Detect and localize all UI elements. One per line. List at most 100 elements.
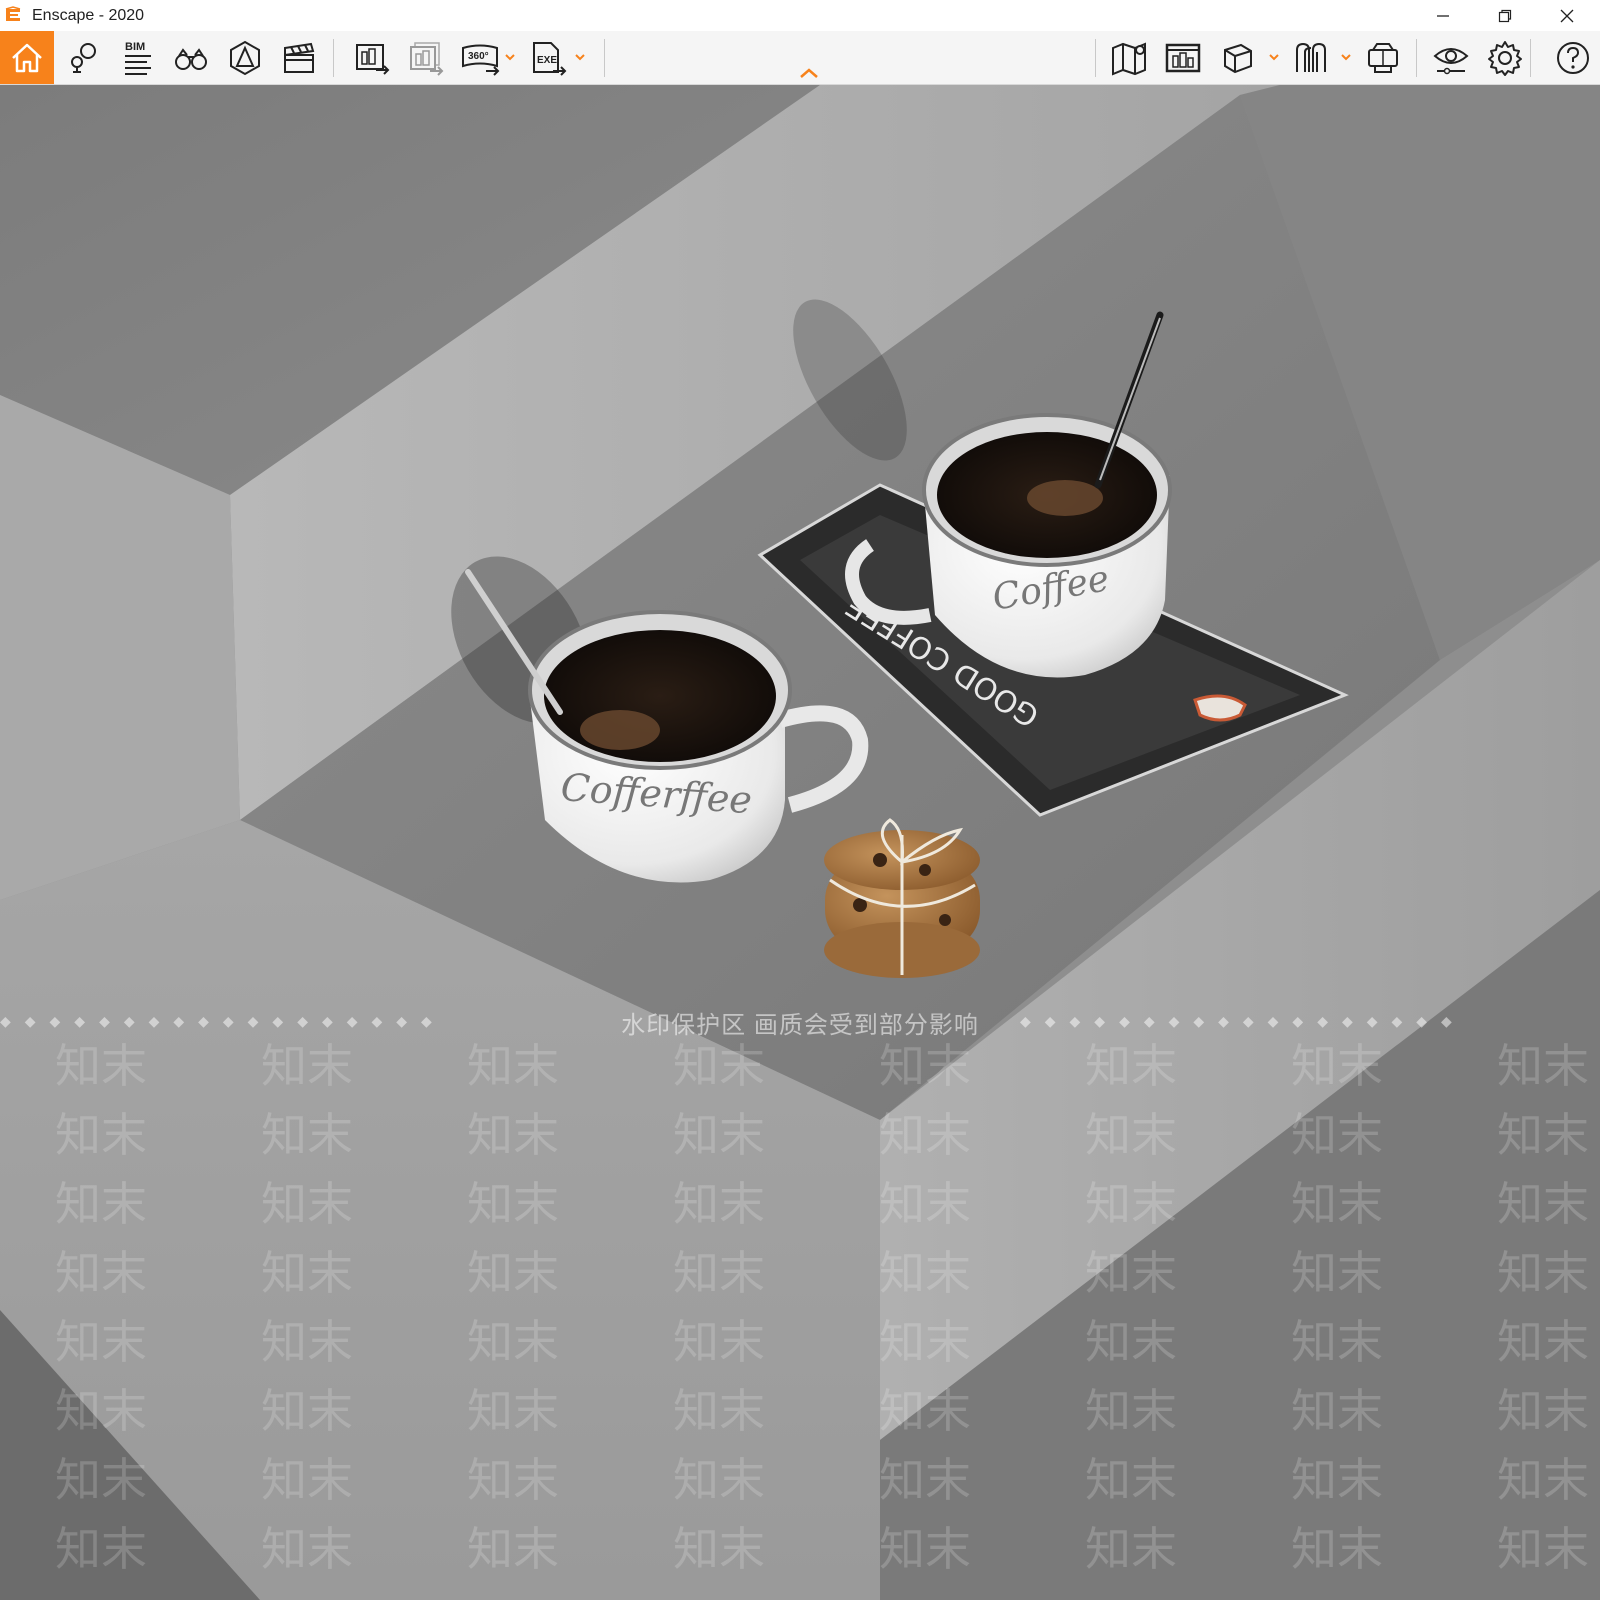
- map-pin-icon: [71, 42, 96, 73]
- watermark-mark: 知末: [261, 1522, 353, 1576]
- map-button[interactable]: [1102, 31, 1156, 84]
- panorama-button[interactable]: 360°: [453, 31, 507, 84]
- watermark-mark: 知末: [879, 1108, 971, 1162]
- help-icon: [1557, 41, 1589, 74]
- exe-export-icon: EXE: [533, 41, 567, 76]
- video-editor-button[interactable]: [272, 31, 326, 84]
- binoculars-icon: [175, 47, 207, 70]
- help-button[interactable]: [1546, 31, 1600, 84]
- cube-button[interactable]: [1210, 31, 1264, 84]
- settings-button[interactable]: [1478, 31, 1532, 84]
- watermark-mark: 知末: [467, 1108, 559, 1162]
- render-viewport[interactable]: GOOD COFFEE Coffee Cofferffee ◆◆◆◆◆◆◆◆◆◆…: [0, 85, 1600, 1600]
- watermark-mark: 知末: [467, 1246, 559, 1300]
- atmosphere-button[interactable]: [218, 31, 272, 84]
- panorama-dropdown-chevron-down-icon[interactable]: [504, 51, 516, 63]
- minimize-icon: [1437, 14, 1449, 17]
- watermark-mark: 知末: [1291, 1246, 1383, 1300]
- watermark-mark: 知末: [1291, 1384, 1383, 1438]
- watermark-mark: 知末: [1291, 1315, 1383, 1369]
- home-button[interactable]: [0, 31, 54, 84]
- watermark-mark: 知末: [467, 1522, 559, 1576]
- watermark-mark: 知末: [879, 1522, 971, 1576]
- watermark-mark: 知末: [55, 1384, 147, 1438]
- cookie-stack: [824, 818, 980, 978]
- enscape-logo-icon: [5, 6, 21, 21]
- views-button[interactable]: [56, 31, 110, 84]
- watermark-mark: 知末: [1497, 1246, 1589, 1300]
- watermark-dots-right: ◆◆◆◆◆◆◆◆◆◆◆◆◆◆◆◆◆◆: [1020, 1013, 1466, 1029]
- render-image-icon: [356, 43, 390, 75]
- gear-icon: [1488, 40, 1522, 76]
- visual-settings-button[interactable]: [1424, 31, 1478, 84]
- watermark-mark: 知末: [673, 1384, 765, 1438]
- watermark-mark: 知末: [55, 1522, 147, 1576]
- asset-library-button[interactable]: [164, 31, 218, 84]
- watermark-mark: 知末: [1291, 1177, 1383, 1231]
- bim-button[interactable]: BIM: [110, 31, 164, 84]
- watermark-mark: 知末: [467, 1315, 559, 1369]
- watermark-mark: 知末: [879, 1177, 971, 1231]
- cube-icon: [1224, 43, 1252, 73]
- cube-dropdown-chevron-down-icon[interactable]: [1268, 51, 1280, 63]
- export-exe-button[interactable]: EXE: [520, 31, 574, 84]
- restore-button[interactable]: [1474, 0, 1536, 31]
- watermark-mark: 知末: [1085, 1177, 1177, 1231]
- bim-label: BIM: [125, 41, 145, 53]
- scene-render: GOOD COFFEE Coffee Cofferffee: [0, 85, 1600, 1600]
- home-icon: [12, 43, 42, 72]
- collaboration-button[interactable]: [1284, 31, 1338, 84]
- collaboration-dropdown-chevron-down-icon[interactable]: [1340, 51, 1352, 63]
- eye-icon: [1433, 47, 1469, 74]
- vr-headset-button[interactable]: [1356, 31, 1410, 84]
- watermark-mark: 知末: [1085, 1039, 1177, 1093]
- window-title: Enscape - 2020: [32, 7, 145, 24]
- watermark-mark: 知末: [1085, 1453, 1177, 1507]
- toolbar-separator: [1530, 39, 1531, 77]
- close-button[interactable]: [1536, 0, 1598, 31]
- watermark-mark: 知末: [261, 1315, 353, 1369]
- close-icon: [1560, 9, 1574, 22]
- watermark-mark: 知末: [55, 1177, 147, 1231]
- watermark-mark: 知末: [1291, 1522, 1383, 1576]
- vr-headset-icon: [1368, 42, 1398, 73]
- watermark-mark: 知末: [261, 1039, 353, 1093]
- batch-render-button[interactable]: [399, 31, 453, 84]
- toolbar-separator: [1095, 39, 1096, 77]
- minimize-button[interactable]: [1412, 0, 1474, 31]
- bim-list-icon: BIM: [125, 41, 151, 75]
- watermark-mark: 知末: [1497, 1315, 1589, 1369]
- batch-render-icon: [410, 41, 444, 76]
- watermark-mark: 知末: [261, 1384, 353, 1438]
- watermark-mark: 知末: [879, 1453, 971, 1507]
- watermark-mark: 知末: [673, 1039, 765, 1093]
- clapperboard-icon: [284, 42, 315, 73]
- watermark-mark: 知末: [261, 1453, 353, 1507]
- watermark-mark: 知末: [673, 1453, 765, 1507]
- watermark-mark: 知末: [55, 1315, 147, 1369]
- main-toolbar: BIM 360° EXE: [0, 31, 1600, 85]
- watermark-mark: 知末: [879, 1246, 971, 1300]
- collapse-toolbar-chevron-up-icon[interactable]: [798, 66, 820, 80]
- watermark-mark: 知末: [879, 1384, 971, 1438]
- render-image-button[interactable]: [345, 31, 399, 84]
- watermark-mark: 知末: [673, 1108, 765, 1162]
- watermark-mark: 知末: [1497, 1384, 1589, 1438]
- watermark-mark: 知末: [1291, 1453, 1383, 1507]
- collaboration-icon: [1296, 42, 1326, 72]
- watermark-mark: 知末: [1497, 1522, 1589, 1576]
- watermark-mark: 知末: [879, 1039, 971, 1093]
- toolbar-separator: [1416, 39, 1417, 77]
- watermark-mark: 知末: [261, 1246, 353, 1300]
- exe-dropdown-chevron-down-icon[interactable]: [574, 51, 586, 63]
- watermark-mark: 知末: [467, 1039, 559, 1093]
- toolbar-separator: [604, 39, 605, 77]
- watermark-mark: 知末: [1497, 1177, 1589, 1231]
- map-icon: [1112, 42, 1146, 75]
- render-window-button[interactable]: [1156, 31, 1210, 84]
- watermark-mark: 知末: [1291, 1108, 1383, 1162]
- exe-label: EXE: [537, 55, 557, 66]
- watermark-mark: 知末: [673, 1177, 765, 1231]
- restore-icon: [1498, 9, 1512, 22]
- render-window-icon: [1165, 43, 1201, 72]
